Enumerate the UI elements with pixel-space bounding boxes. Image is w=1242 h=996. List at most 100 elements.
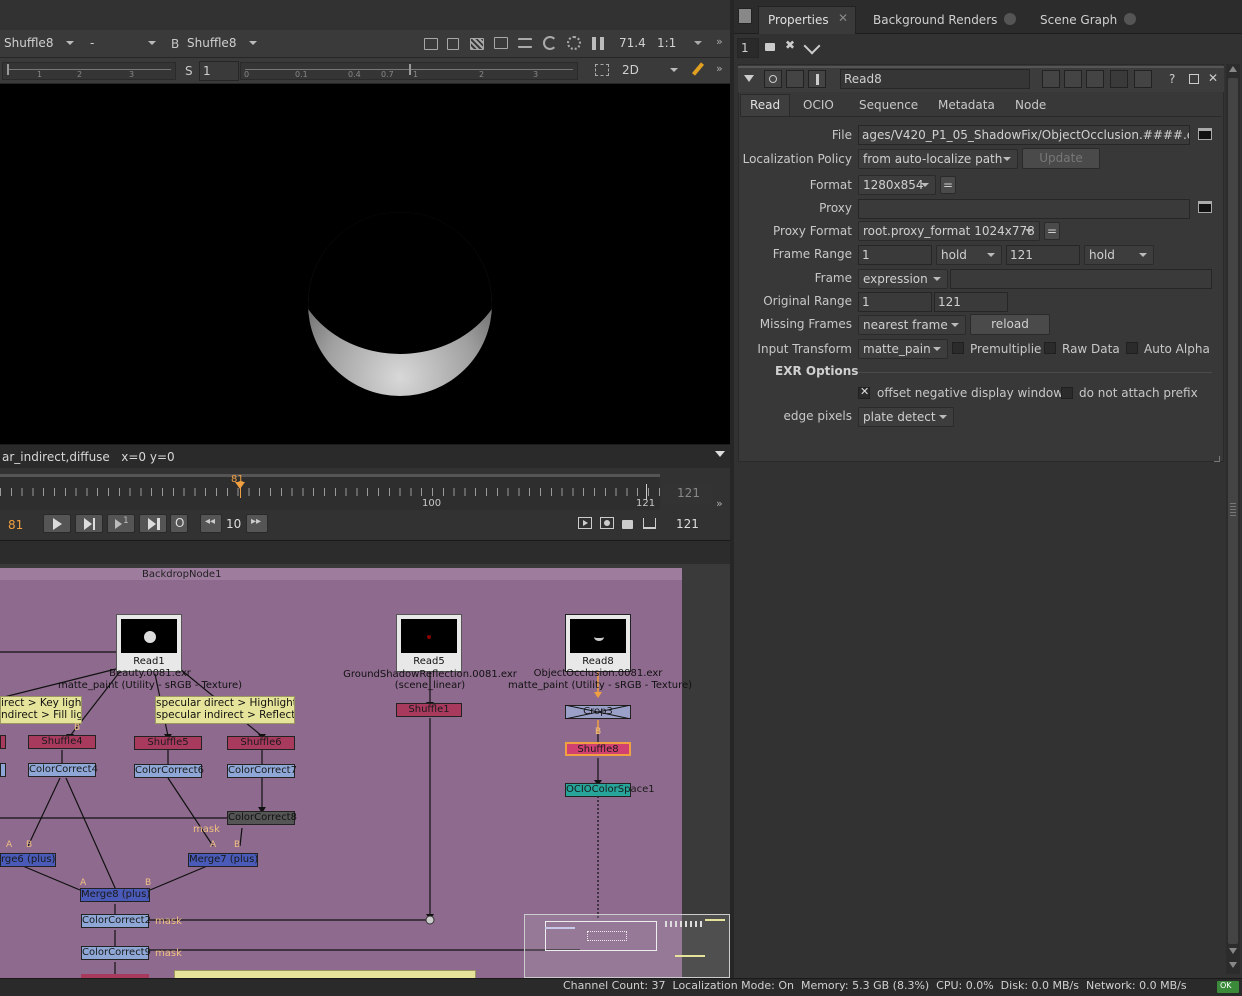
node-icon[interactable] — [786, 70, 804, 88]
proxy-format-dropdown[interactable]: root.proxy_format 1024x778 — [858, 221, 1040, 241]
node-color-icon[interactable] — [764, 70, 782, 88]
max-panels-field[interactable]: 1 — [737, 38, 759, 58]
sticky-note-left[interactable]: irect > Key light ndirect > Fill ligh — [0, 696, 82, 724]
ratio-chevron-down-icon[interactable] — [694, 41, 702, 45]
undo-icon[interactable] — [1086, 70, 1104, 88]
close-icon[interactable]: ✕ — [838, 11, 848, 25]
flipbook-icon[interactable] — [578, 517, 592, 529]
file-path-field[interactable]: ages/V420_P1_05_ShadowFix/ObjectOcclusio… — [858, 125, 1190, 145]
localization-policy-dropdown[interactable]: from auto-localize path — [858, 149, 1018, 169]
left-edge-node[interactable] — [0, 735, 6, 749]
panel-scrollbar[interactable] — [1226, 64, 1240, 974]
frame-mode-dropdown[interactable]: expression — [858, 269, 948, 289]
original-range-start-field[interactable]: 1 — [858, 292, 932, 312]
ratio-value[interactable]: 1:1 — [657, 36, 676, 50]
frame-field[interactable]: 81 — [8, 518, 23, 532]
step-back-button[interactable]: ◂◂ — [200, 514, 222, 533]
end-frame-field-top[interactable]: 121 — [662, 484, 712, 504]
raw-data-checkbox[interactable] — [1044, 342, 1056, 354]
format-dropdown[interactable]: 1280x854 — [858, 175, 936, 195]
sticky-note-bottom[interactable] — [174, 970, 476, 978]
window-icon[interactable] — [447, 38, 459, 50]
step-value[interactable]: 10 — [226, 517, 241, 531]
proxy-format-equal-button[interactable]: = — [1044, 222, 1060, 240]
node-button-icon[interactable] — [1042, 70, 1060, 88]
viewer-canvas[interactable] — [0, 84, 730, 444]
revert-icon[interactable] — [1134, 70, 1152, 88]
last-frame-button[interactable] — [139, 514, 167, 533]
merge6-node[interactable]: rge6 (plus) — [0, 853, 56, 867]
help-icon[interactable]: ? — [1169, 72, 1175, 86]
offset-negative-checkbox[interactable]: ✕ — [858, 385, 870, 399]
tab-background-renders[interactable]: Background Renders — [866, 6, 1024, 34]
s-field[interactable]: 1 — [199, 61, 239, 81]
subtab-ocio[interactable]: OCIO — [803, 98, 834, 112]
next-frame-button[interactable] — [75, 514, 103, 533]
shuffle1-node[interactable]: Shuffle1 — [396, 703, 462, 717]
play-button[interactable] — [43, 514, 71, 533]
playback-mode-button[interactable]: O — [170, 514, 188, 533]
frame-range-end-field[interactable]: 121 — [1006, 245, 1080, 265]
after-dropdown[interactable]: hold — [1084, 245, 1154, 265]
colorcorrect6-node[interactable]: ColorCorrect6 — [134, 764, 204, 778]
collapse-chevron-icon[interactable] — [744, 75, 754, 82]
merge8-node[interactable]: Merge8 (plus) — [80, 888, 150, 902]
channel-dropdown[interactable]: - — [86, 34, 162, 54]
crop-region-icon[interactable] — [595, 64, 609, 76]
gain-slider[interactable]: 1 2 3 — [2, 62, 176, 80]
shuffle4-node[interactable]: Shuffle4 — [28, 735, 96, 749]
pause-icon[interactable] — [592, 37, 604, 50]
premultiplied-checkbox[interactable] — [952, 342, 964, 354]
expand-chevron-icon[interactable]: » — [716, 35, 723, 48]
reload-button[interactable]: reload — [970, 314, 1050, 335]
edge-pixels-dropdown[interactable]: plate detect — [858, 407, 954, 427]
gamma-slider[interactable]: 0 0.1 0.4 0.7 1 2 3 — [240, 62, 578, 80]
expand3-chevron-icon[interactable]: » — [716, 497, 723, 510]
node-name-field[interactable]: Read8 — [840, 69, 1030, 89]
zoom-value[interactable]: 71.4 — [619, 36, 646, 50]
left-edge-node[interactable] — [0, 763, 6, 777]
subtab-node[interactable]: Node — [1015, 98, 1046, 112]
subtab-read[interactable]: Read — [740, 94, 790, 116]
update-button[interactable]: Update — [1022, 148, 1100, 169]
node-button-icon[interactable] — [1064, 70, 1082, 88]
resize-grip-icon[interactable] — [1214, 456, 1220, 462]
colorcorrect8-node[interactable]: ColorCorrect8 — [227, 811, 297, 825]
proxy-field[interactable] — [858, 199, 1190, 219]
panel-menu-icon[interactable] — [738, 8, 752, 24]
expand2-chevron-icon[interactable]: » — [716, 62, 723, 75]
input-b-dropdown[interactable]: Shuffle8 — [183, 34, 263, 54]
redo-icon[interactable] — [1110, 70, 1128, 88]
ocio-colorspace-node[interactable]: OCIOColorSpace1 — [565, 783, 655, 797]
tab-properties[interactable]: Properties ✕ — [758, 6, 856, 34]
input-a-dropdown[interactable]: Shuffle8 — [0, 34, 80, 54]
format-equal-button[interactable]: = — [940, 176, 956, 194]
next-key-button[interactable]: 1 — [107, 514, 135, 533]
frame-range-start-field[interactable]: 1 — [858, 245, 932, 265]
colorcorrect9-node[interactable]: ColorCorrect9 — [81, 946, 151, 960]
overlay-icon[interactable] — [494, 37, 508, 49]
auto-alpha-checkbox[interactable] — [1126, 342, 1138, 354]
view-mode-dropdown[interactable]: 2D — [618, 61, 684, 81]
shuffle5-node[interactable]: Shuffle5 — [134, 736, 202, 750]
colorcorrect4-node[interactable]: ColorCorrect4 — [28, 763, 98, 777]
close-icon[interactable] — [1124, 13, 1136, 25]
colorcorrect7-node[interactable]: ColorCorrect7 — [227, 764, 297, 778]
close-node-icon[interactable]: ✕ — [1208, 71, 1218, 85]
refresh-icon[interactable] — [543, 36, 557, 50]
node-graph[interactable]: BackdropNode1 Read1 Beauty.0081.exr matt… — [0, 564, 730, 978]
merge7-node[interactable]: Merge7 (plus) — [188, 853, 258, 867]
frame-expression-field[interactable] — [950, 269, 1212, 289]
colorcorrect2-node[interactable]: ColorCorrect2 — [81, 914, 151, 928]
lock-panel-icon[interactable] — [765, 43, 775, 51]
missing-frames-dropdown[interactable]: nearest frame — [858, 315, 966, 335]
end-frame-field[interactable]: 121 — [676, 517, 699, 531]
wrench-icon[interactable] — [808, 70, 826, 88]
original-range-end-field[interactable]: 121 — [934, 292, 1008, 312]
file-browse-icon[interactable] — [1198, 128, 1212, 140]
float-icon[interactable] — [1189, 74, 1199, 84]
no-prefix-checkbox[interactable] — [1061, 387, 1073, 399]
stripes-icon[interactable] — [470, 38, 484, 50]
clear-panels-icon[interactable]: ✖ — [785, 38, 795, 52]
subtab-sequence[interactable]: Sequence — [859, 98, 918, 112]
